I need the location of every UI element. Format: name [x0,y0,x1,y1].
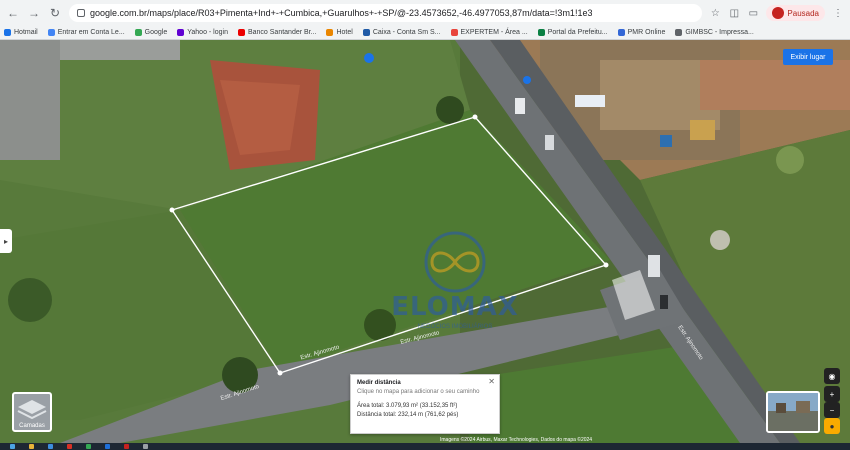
bookmark-favicon-icon [675,29,683,36]
lock-icon [77,9,85,17]
measure-title: Medir distância [357,380,401,386]
layers-button[interactable]: Camadas [12,392,52,432]
bookmark-favicon-icon [537,29,545,36]
bookmark-label: Entrar em Conta Le... [57,29,125,36]
bookmark-label: Portal da Prefeitu... [547,29,608,36]
back-icon[interactable]: ← [6,6,20,20]
reload-icon[interactable]: ↻ [48,6,62,20]
start-icon[interactable] [10,444,15,449]
bookmark-item[interactable]: Yahoo - login [177,29,228,36]
url-text: google.com.br/maps/place/R03+Pimenta+Ind… [90,8,593,18]
zoom-out-button[interactable]: − [824,402,840,418]
taskbar-app-icon[interactable] [105,444,110,449]
bookmark-favicon-icon [450,29,458,36]
bookmark-favicon-icon [617,29,625,36]
compass-icon[interactable]: ◉ [824,368,840,384]
bookmark-favicon-icon [47,29,55,36]
bookmark-item[interactable]: GIMBSC - Impressa... [675,29,754,36]
bookmark-item[interactable]: Hotel [326,29,353,36]
street-view-preview[interactable] [766,391,820,433]
bookmark-favicon-icon [4,29,11,36]
taskbar-app-icon[interactable] [86,444,91,449]
taskbar-app-icon[interactable] [124,444,129,449]
bookmark-label: Caixa - Conta Sm S... [372,29,441,36]
bookmark-label: EXPERTEM - Área ... [460,29,528,36]
bookmark-item[interactable]: Portal da Prefeitu... [537,29,608,36]
layers-label: Camadas [19,423,45,429]
measure-hint: Clique no mapa para adicionar o seu cami… [357,389,480,395]
paused-label: Pausada [787,8,819,18]
collapse-panel-button[interactable]: ▸ [0,229,12,253]
star-icon[interactable]: ☆ [709,7,721,19]
taskbar-app-icon[interactable] [48,444,53,449]
taskbar-app-icon[interactable] [67,444,72,449]
avatar [772,7,785,19]
bookmark-favicon-icon [362,29,370,36]
taskbar-app-icon[interactable] [29,444,34,449]
bookmark-label: Hotmail [14,29,38,36]
browser-toolbar: ← → ↻ google.com.br/maps/place/R03+Pimen… [0,0,850,26]
bookmark-label: GIMBSC - Impressa... [685,29,754,36]
profile-paused-button[interactable]: Pausada [766,5,825,21]
bookmark-favicon-icon [177,29,185,36]
street-view-thumbnail [768,393,818,431]
bookmark-label: Yahoo - login [187,29,228,36]
taskbar-app-icon[interactable] [143,444,148,449]
bookmarks-bar: Hotmail Entrar em Conta Le... Google Yah… [0,26,850,40]
bookmark-item[interactable]: Caixa - Conta Sm S... [362,29,441,36]
bookmark-favicon-icon [237,29,245,36]
forward-icon[interactable]: → [27,6,41,20]
place-button[interactable]: Exibir lugar [783,49,833,65]
measure-distance-card: ✕ Medir distância Clique no mapa para ad… [350,374,500,434]
bookmark-item[interactable]: Google [134,29,168,36]
measure-distance: Distância total: 232,14 m (761,62 pés) [357,412,459,418]
menu-icon[interactable]: ⋮ [832,7,844,19]
bookmark-item[interactable]: Entrar em Conta Le... [47,29,125,36]
bookmark-favicon-icon [134,29,142,36]
bookmark-label: PMR Online [627,29,666,36]
measure-area: Área total: 3.079,93 m² (33.152,35 ft²) [357,403,458,409]
bookmark-label: Banco Santander Br... [247,29,317,36]
bookmark-label: Hotel [336,29,353,36]
os-taskbar [0,443,850,450]
bookmark-item[interactable]: Banco Santander Br... [237,29,317,36]
bookmark-label: Google [144,29,168,36]
close-icon[interactable]: ✕ [488,377,495,386]
bookmark-item[interactable]: PMR Online [617,29,666,36]
bookmark-item[interactable]: Hotmail [4,29,38,36]
extensions-icon[interactable]: ◫ [728,7,740,19]
sidebar-icon[interactable]: ▭ [747,7,759,19]
pegman-icon[interactable]: ● [824,418,840,434]
address-bar[interactable]: google.com.br/maps/place/R03+Pimenta+Ind… [69,4,703,22]
zoom-in-button[interactable]: + [824,386,840,402]
layers-icon [17,400,47,420]
bookmark-item[interactable]: EXPERTEM - Área ... [450,29,528,36]
bookmark-favicon-icon [326,29,334,36]
